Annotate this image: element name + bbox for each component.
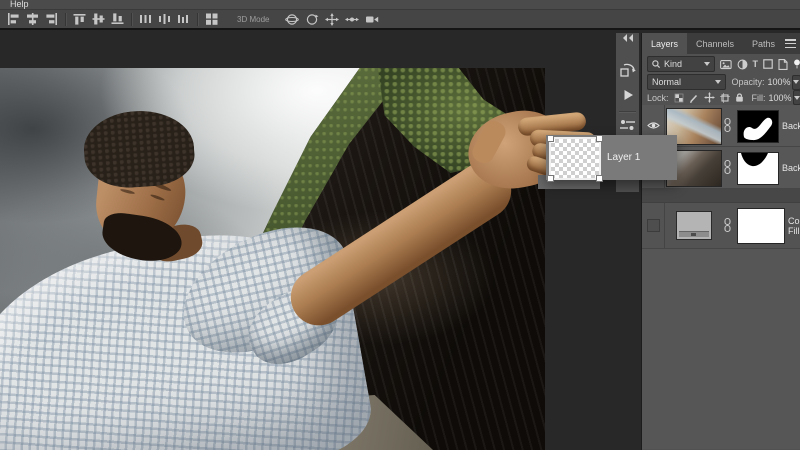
3d-slide-icon[interactable]: [345, 13, 359, 26]
distribute-group: [132, 13, 197, 25]
mask-link-icon[interactable]: [724, 117, 731, 134]
layer-mask-thumbnail[interactable]: [737, 110, 779, 143]
actions-panel-icon[interactable]: [616, 85, 639, 105]
fill-value[interactable]: 100%: [769, 93, 792, 103]
options-bar: 3D Mode: [0, 10, 800, 30]
layer-drag-preview[interactable]: Layer 1: [546, 135, 677, 180]
lock-transparency-icon[interactable]: [674, 93, 684, 103]
3d-roll-icon[interactable]: [305, 13, 319, 26]
eye-hidden-box: [647, 219, 660, 232]
align-left-edges-icon[interactable]: [7, 13, 20, 25]
chevron-down-icon: [715, 80, 721, 84]
fill-label: Fill:: [752, 93, 766, 103]
filter-pixel-layers-icon[interactable]: [720, 59, 732, 70]
drag-layer-name: Layer 1: [607, 135, 640, 180]
filter-toggle-light-icon[interactable]: [793, 59, 800, 70]
mask-link-icon[interactable]: [724, 159, 731, 176]
menu-bar: Help: [0, 0, 800, 10]
layer-row-color-fill[interactable]: Color Fill 1: [642, 203, 800, 249]
3d-rotate-icon[interactable]: [285, 13, 299, 26]
layers-panel: Layers Channels Paths Kind T: [641, 33, 800, 450]
lock-label: Lock:: [647, 93, 669, 103]
layer-name: Color Fill 1: [788, 203, 800, 248]
chevron-down-icon: [704, 62, 710, 66]
lock-artboard-icon[interactable]: [720, 93, 730, 103]
transform-handle: [547, 135, 554, 142]
layer-name: Backgro...: [782, 105, 800, 146]
filter-kind-select[interactable]: Kind: [647, 56, 715, 72]
strip-separator: [619, 111, 636, 112]
transform-handle: [596, 135, 603, 142]
opacity-value[interactable]: 100%: [768, 77, 791, 87]
layer-drop-gap: [642, 189, 800, 203]
lock-all-icon[interactable]: [735, 92, 744, 103]
align-vertical-centers-icon[interactable]: [92, 13, 105, 25]
auto-align-group: [198, 13, 225, 25]
distribute-horizontal-centers-icon[interactable]: [158, 13, 171, 25]
lock-pixels-icon[interactable]: [689, 93, 699, 103]
filter-kind-value: Kind: [664, 59, 682, 69]
opacity-label: Opacity:: [732, 77, 765, 87]
lock-position-icon[interactable]: [704, 92, 715, 103]
fill-layer-swatch[interactable]: [676, 211, 712, 240]
adjustments-panel-icon[interactable]: [616, 115, 639, 135]
filter-adjustment-layers-icon[interactable]: [737, 59, 748, 70]
photoshop-window: Help 3D Mode: [0, 0, 800, 450]
distribute-left-edges-icon[interactable]: [139, 13, 152, 25]
tab-layers[interactable]: Layers: [642, 33, 687, 54]
layer-list-empty-area: [642, 249, 800, 449]
blend-mode-select[interactable]: Normal: [647, 74, 726, 90]
tab-paths[interactable]: Paths: [743, 33, 784, 54]
3d-mode-label: 3D Mode: [225, 15, 278, 24]
panel-menu-icon[interactable]: [785, 39, 796, 48]
transparent-layer-thumbnail: [549, 137, 601, 180]
align-bottom-edges-icon[interactable]: [111, 13, 124, 25]
layer-mask-thumbnail[interactable]: [737, 152, 779, 185]
distribute-right-edges-icon[interactable]: [177, 13, 190, 25]
document-work-area: Layers Channels Paths Kind T: [0, 30, 800, 450]
filter-type-layers-icon[interactable]: T: [753, 59, 759, 69]
opacity-dropdown[interactable]: [792, 75, 800, 90]
chevron-down-icon: [794, 96, 800, 100]
canvas-photo[interactable]: [0, 68, 545, 450]
3d-mode-group: [278, 13, 386, 26]
chevron-down-icon: [793, 80, 799, 84]
align-right-edges-icon[interactable]: [45, 13, 58, 25]
expand-panels-icon[interactable]: [616, 33, 639, 43]
transform-handle: [547, 175, 554, 182]
mask-link-icon[interactable]: [724, 217, 731, 234]
history-panel-icon[interactable]: [616, 59, 639, 79]
eye-icon: [647, 121, 660, 130]
blend-mode-value: Normal: [652, 77, 681, 87]
menu-help[interactable]: Help: [10, 0, 29, 9]
filter-smart-objects-icon[interactable]: [778, 59, 788, 70]
search-icon: [652, 60, 660, 68]
align-group-vertical: [66, 13, 131, 25]
align-top-edges-icon[interactable]: [73, 13, 86, 25]
transform-handle: [596, 175, 603, 182]
auto-align-layers-icon[interactable]: [205, 13, 218, 25]
fill-dropdown[interactable]: [793, 90, 800, 105]
layer-name: Backgro...: [782, 147, 800, 188]
filter-shape-layers-icon[interactable]: [763, 59, 773, 69]
visibility-toggle[interactable]: [642, 203, 665, 248]
layer-filter-row: Kind T: [642, 54, 800, 74]
align-horizontal-centers-icon[interactable]: [26, 13, 39, 25]
lock-row: Lock: Fill: 100%: [642, 90, 800, 105]
3d-drag-icon[interactable]: [325, 13, 339, 26]
blend-mode-row: Normal Opacity: 100%: [642, 74, 800, 90]
panel-tab-bar: Layers Channels Paths: [642, 33, 800, 54]
align-group-horizontal: [0, 13, 65, 25]
tab-channels[interactable]: Channels: [687, 33, 743, 54]
3d-scale-camera-icon[interactable]: [365, 13, 379, 26]
layer-mask-thumbnail[interactable]: [737, 208, 785, 244]
